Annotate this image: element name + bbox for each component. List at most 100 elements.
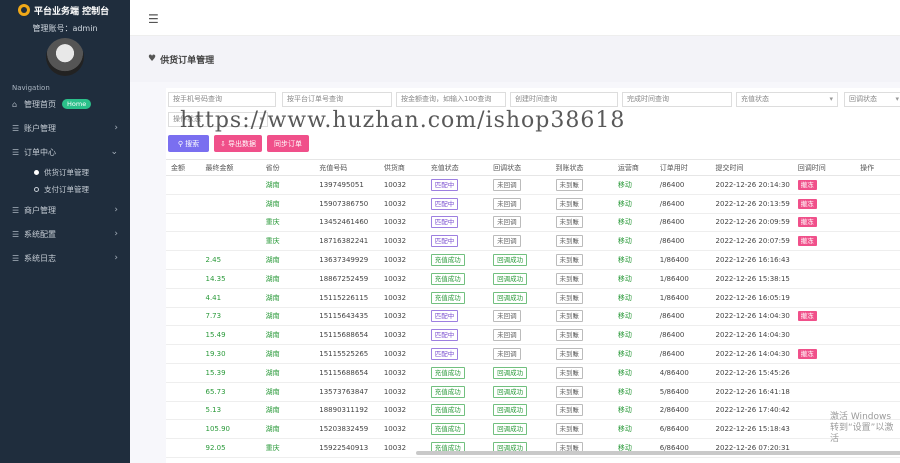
duration-cell: 1/86400 bbox=[654, 288, 711, 308]
charge-status-badge[interactable]: 充值成功 bbox=[430, 272, 465, 285]
callback-status-select[interactable]: 回调状态 bbox=[844, 92, 900, 107]
callback-status-badge[interactable]: 回调成功 bbox=[493, 272, 528, 285]
charge-status-badge[interactable]: 匹配中 bbox=[430, 310, 459, 323]
order-no-filter-input[interactable]: 按平台订单号查询 bbox=[282, 92, 392, 107]
table-row[interactable]: 湖南 1397495051 10032 匹配中 未回调 未到账 ↻ 移动/86400 2022… bbox=[166, 175, 900, 195]
charge-status-badge[interactable]: 匹配中 bbox=[430, 216, 459, 229]
arrival-status-badge[interactable]: 未到账 bbox=[555, 310, 584, 323]
refresh-icon: ↻ bbox=[571, 294, 578, 302]
sidebar-subitem-supply-orders[interactable]: 供货订单管理 bbox=[0, 164, 130, 181]
callback-status-badge[interactable]: 未回调 bbox=[493, 235, 521, 248]
final-amount-cell: 15.49 bbox=[200, 325, 261, 346]
refresh-icon: ↻ bbox=[571, 257, 578, 265]
charge-status-badge[interactable]: 匹配中 bbox=[430, 329, 459, 342]
charge-status-select[interactable]: 充值状态 bbox=[736, 92, 838, 107]
sidebar-item-orders[interactable]: ☰ 订单中心 ⌄ bbox=[0, 140, 130, 164]
charge-status-badge[interactable]: 匹配中 bbox=[430, 235, 459, 248]
freeze-button[interactable]: 撤冻 bbox=[797, 311, 817, 322]
table-row[interactable]: 重庆 18716382241 10032 匹配中 未回调 未到账 ↻ 移动/86400 202… bbox=[166, 231, 900, 252]
table-row[interactable]: 105.90 湖南 15203832459 10032 充值成功 回调成功 未到账 ↻ 移动 6… bbox=[166, 419, 900, 440]
arrival-status-badge[interactable]: 未到账 bbox=[555, 197, 584, 210]
arrival-status-badge[interactable]: 未到账 bbox=[555, 254, 584, 267]
table-row[interactable]: 15.39 湖南 15115688654 10032 充值成功 回调成功 未到账 ↻ 移动 4/… bbox=[166, 363, 900, 383]
phone-cell: 15115525265 bbox=[314, 344, 379, 364]
table-row[interactable]: 14.35 湖南 18867252459 10032 充值成功 回调成功 未到账 ↻ 移动 1/… bbox=[166, 269, 900, 289]
charge-status-badge[interactable]: 充值成功 bbox=[430, 423, 465, 436]
charge-status-badge[interactable]: 充值成功 bbox=[430, 254, 465, 267]
freeze-button[interactable]: 撤冻 bbox=[797, 217, 817, 228]
table-row[interactable]: 65.73 湖南 13573763847 10032 充值成功 回调成功 未到账 ↻ 移动 5/… bbox=[166, 382, 900, 402]
callback-status-badge[interactable]: 回调成功 bbox=[493, 254, 528, 267]
arrival-status-badge[interactable]: 未到账 bbox=[555, 423, 584, 436]
arrival-status-badge[interactable]: 未到账 bbox=[555, 291, 584, 304]
table-row[interactable]: 湖南 15907386750 10032 匹配中 未回调 未到账 ↻ 移动/86400 202… bbox=[166, 194, 900, 214]
callback-status-badge[interactable]: 未回调 bbox=[493, 348, 521, 361]
phone-filter-input[interactable]: 按手机号码查询 bbox=[168, 92, 276, 107]
province-cell: 湖南 bbox=[260, 401, 315, 421]
table-row[interactable]: 4.41 湖南 15115226115 10032 充值成功 回调成功 未到账 ↻ 移动 1/8… bbox=[166, 288, 900, 308]
sidebar-item-config[interactable]: ☰ 系统配置 › bbox=[0, 222, 130, 246]
arrival-status-badge[interactable]: 未到账 bbox=[555, 329, 584, 342]
callback-status-badge[interactable]: 回调成功 bbox=[493, 291, 528, 304]
charge-status-badge[interactable]: 充值成功 bbox=[430, 291, 465, 304]
arrival-status-badge[interactable]: 未到账 bbox=[555, 366, 584, 379]
sidebar-item-logs[interactable]: ☰ 系统日志 › bbox=[0, 246, 130, 270]
create-time-filter-input[interactable]: 创建时间查询 bbox=[510, 92, 618, 107]
table-row[interactable]: 重庆 13452461460 10032 匹配中 未回调 未到账 ↻ 移动/86400 202… bbox=[166, 213, 900, 233]
callback-status-cell: 未回调 bbox=[488, 194, 551, 214]
callback-status-cell: 回调成功 bbox=[488, 419, 551, 440]
finish-time-filter-input[interactable]: 完成时间查询 bbox=[622, 92, 732, 107]
freeze-button[interactable]: 撤冻 bbox=[797, 179, 817, 190]
callback-status-badge[interactable]: 回调成功 bbox=[493, 423, 528, 436]
avatar[interactable] bbox=[46, 38, 84, 76]
table-row[interactable]: 2.45 湖南 13637349929 10032 充值成功 回调成功 未到账 ↻ 移动 1/8… bbox=[166, 250, 900, 270]
arrival-status-badge[interactable]: 未到账 bbox=[555, 385, 584, 398]
callback-status-badge[interactable]: 未回调 bbox=[493, 178, 521, 191]
arrival-status-badge[interactable]: 未到账 bbox=[555, 235, 584, 248]
horizontal-scrollbar[interactable] bbox=[416, 451, 900, 455]
charge-status-badge[interactable]: 充值成功 bbox=[430, 385, 465, 398]
charge-status-cell: 匹配中 bbox=[425, 325, 489, 346]
search-button[interactable]: ⚲ 搜索 bbox=[168, 135, 209, 152]
freeze-button[interactable]: 撤冻 bbox=[797, 198, 817, 209]
arrival-status-badge[interactable]: 未到账 bbox=[555, 348, 584, 361]
export-button-label: 导出数据 bbox=[228, 139, 257, 148]
amount-cell bbox=[166, 213, 201, 233]
callback-status-badge[interactable]: 未回调 bbox=[493, 310, 521, 323]
export-button[interactable]: ⇩ 导出数据 bbox=[214, 135, 262, 152]
callback-status-badge[interactable]: 回调成功 bbox=[493, 385, 528, 398]
sidebar-item-merchants[interactable]: ☰ 商户管理 › bbox=[0, 198, 130, 222]
arrival-status-badge[interactable]: 未到账 bbox=[555, 178, 584, 191]
sidebar-item-home[interactable]: ⌂ 管理首页 Home bbox=[0, 92, 130, 116]
operation-cell bbox=[855, 175, 900, 195]
sync-orders-button[interactable]: 同步订单 bbox=[267, 135, 309, 152]
arrival-status-badge[interactable]: 未到账 bbox=[555, 404, 584, 417]
charge-status-badge[interactable]: 充值成功 bbox=[430, 366, 465, 379]
charge-status-badge[interactable]: 匹配中 bbox=[430, 197, 459, 210]
callback-status-badge[interactable]: 回调成功 bbox=[493, 366, 528, 379]
charge-status-badge[interactable]: 匹配中 bbox=[430, 348, 459, 361]
callback-status-badge[interactable]: 未回调 bbox=[493, 329, 521, 342]
amount-filter-input[interactable]: 按金额查询，如输入100查询 bbox=[396, 92, 506, 107]
freeze-button[interactable]: 撤冻 bbox=[797, 349, 817, 360]
callback-status-badge[interactable]: 回调成功 bbox=[493, 404, 528, 417]
supplier-cell: 10032 bbox=[378, 288, 426, 308]
table-row[interactable]: 19.30 湖南 15115525265 10032 匹配中 未回调 未到账 ↻ 移动/864… bbox=[166, 344, 900, 364]
table-row[interactable]: 15.49 湖南 15115688654 10032 匹配中 未回调 未到账 ↻ 移动/864… bbox=[166, 325, 900, 346]
callback-status-badge[interactable]: 未回调 bbox=[493, 197, 521, 210]
submit-time-cell: 2022-12-26 20:13:59 bbox=[710, 194, 793, 214]
sidebar-subitem-pay-orders[interactable]: 支付订单管理 bbox=[0, 181, 130, 198]
arrival-status-cell: 未到账 ↻ bbox=[550, 194, 613, 214]
charge-status-badge[interactable]: 充值成功 bbox=[430, 404, 465, 417]
charge-status-badge[interactable]: 匹配中 bbox=[430, 178, 459, 191]
freeze-button[interactable]: 撤冻 bbox=[797, 236, 817, 247]
arrival-status-cell: 未到账 ↻ bbox=[550, 363, 613, 383]
table-row[interactable]: 5.13 湖南 18890311192 10032 充值成功 回调成功 未到账 ↻ 移动 2/8… bbox=[166, 401, 900, 421]
arrival-status-badge[interactable]: 未到账 bbox=[555, 216, 584, 229]
hamburger-icon[interactable]: ☰ bbox=[148, 12, 159, 26]
amount-cell bbox=[166, 250, 201, 270]
arrival-status-badge[interactable]: 未到账 bbox=[555, 272, 584, 285]
table-row[interactable]: 7.73 湖南 15115643435 10032 匹配中 未回调 未到账 ↻ 移动/8640… bbox=[166, 307, 900, 327]
callback-status-badge[interactable]: 未回调 bbox=[493, 216, 521, 229]
sidebar-item-accounts[interactable]: ☰ 账户管理 › bbox=[0, 116, 130, 140]
